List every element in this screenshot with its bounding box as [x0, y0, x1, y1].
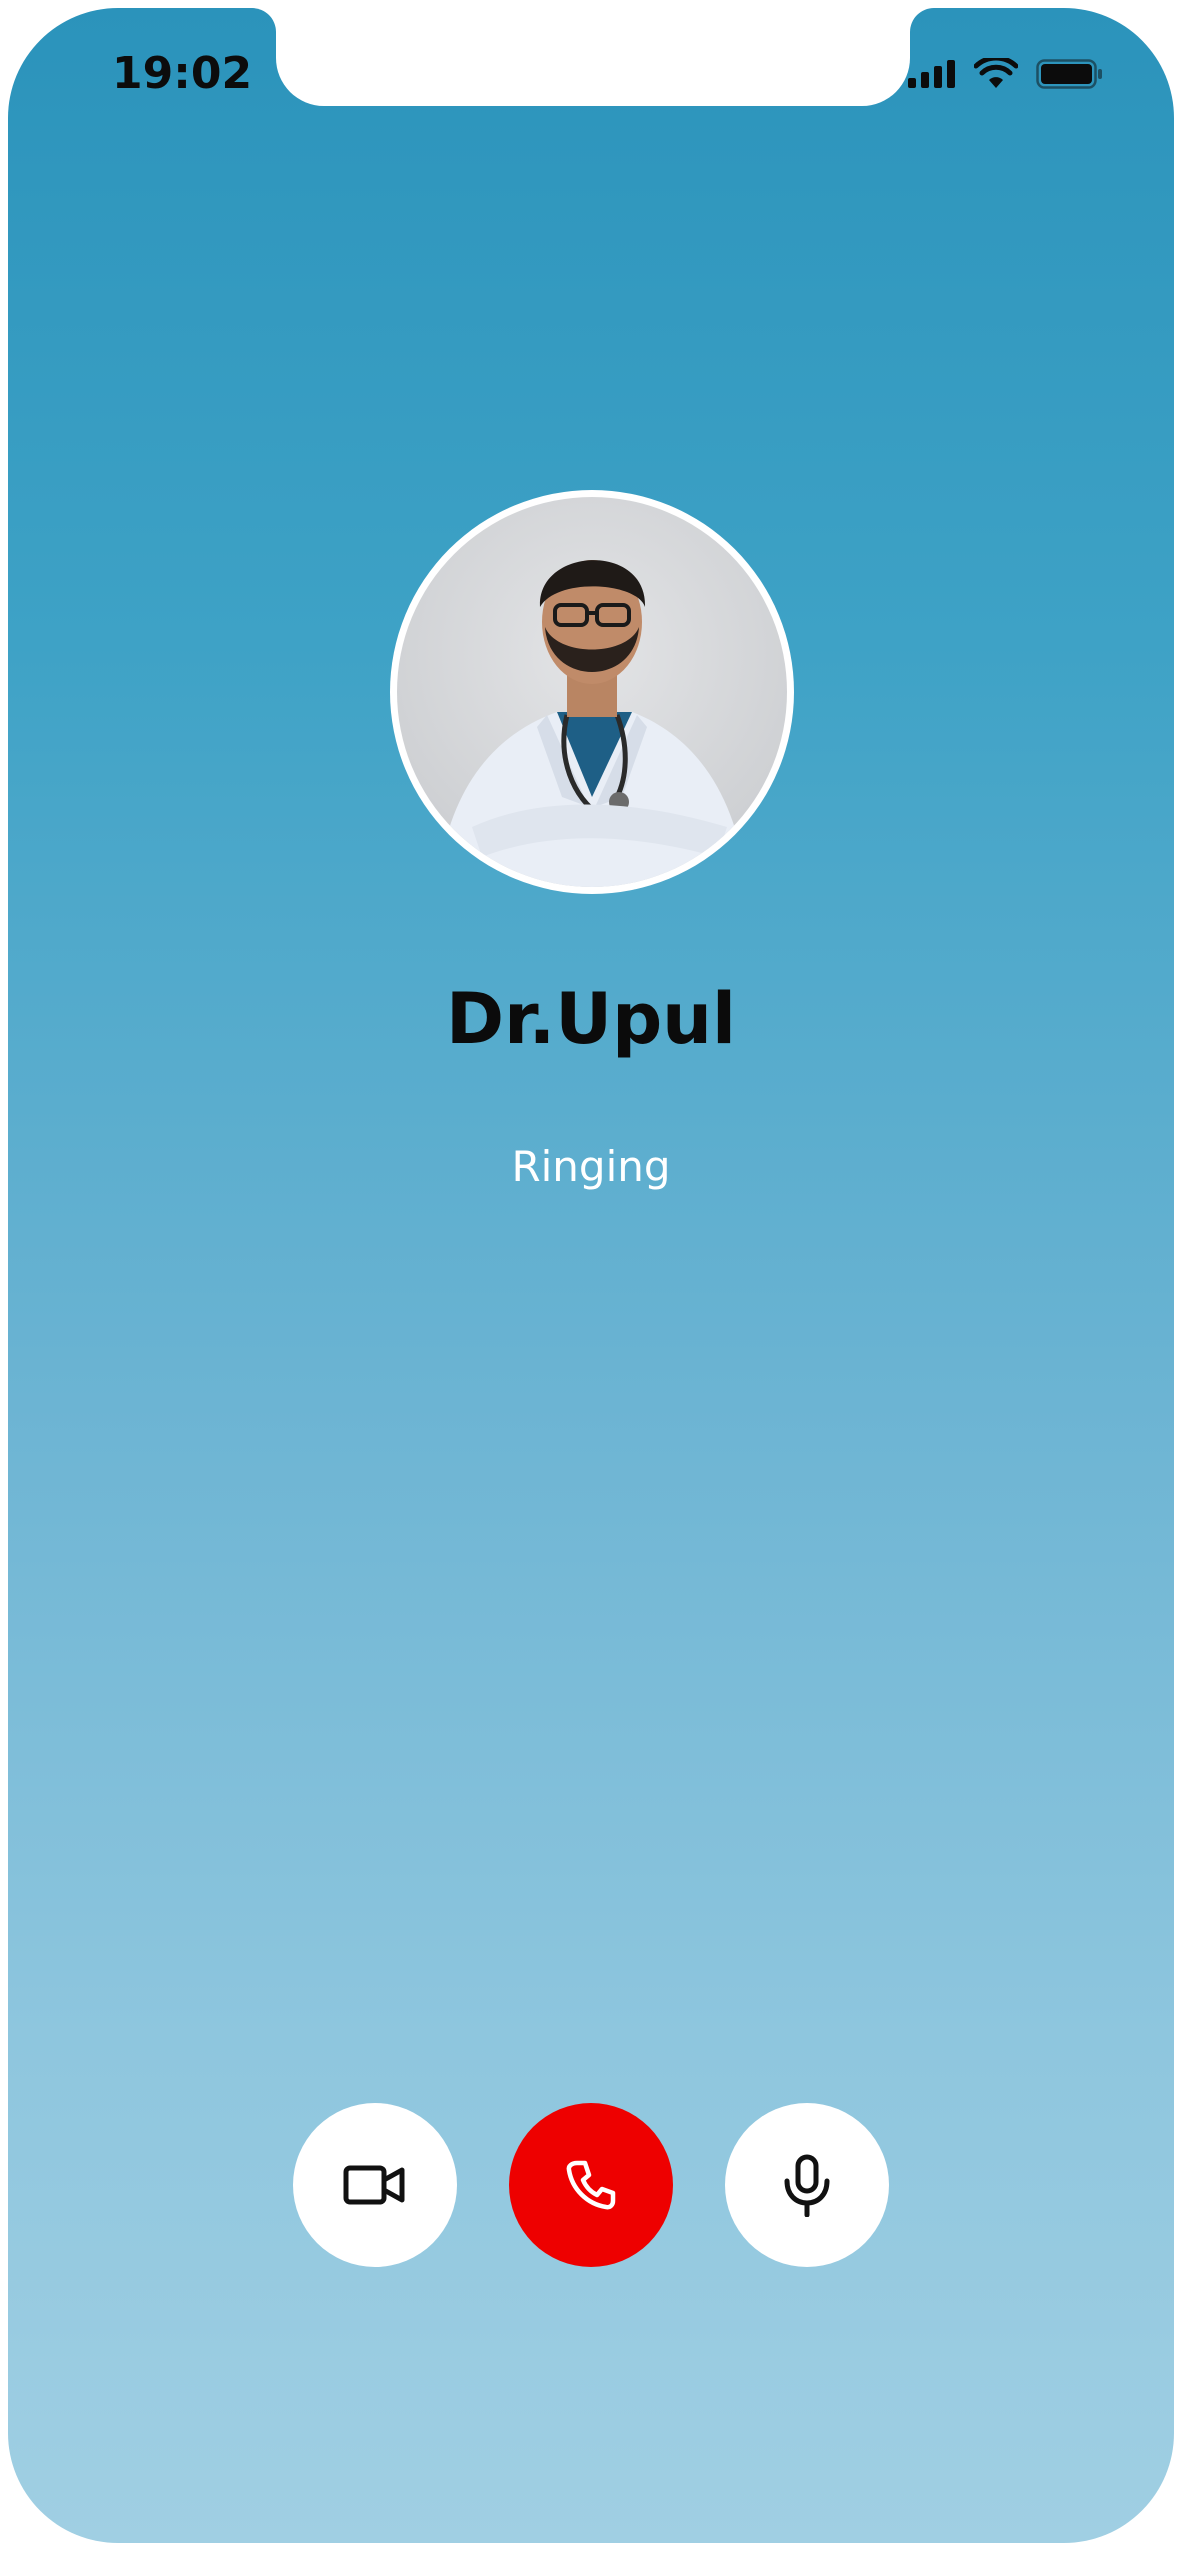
doctor-photo: [437, 560, 747, 887]
battery-icon: [1036, 59, 1102, 89]
doctor-avatar: [397, 497, 787, 887]
wifi-icon: [974, 58, 1018, 88]
avatar: [390, 490, 794, 894]
microphone-icon: [784, 2154, 830, 2217]
end-call-button[interactable]: [509, 2103, 673, 2267]
video-button[interactable]: [293, 2103, 457, 2267]
call-screen: 19:02 Dr.Upul Ringing: [8, 8, 1174, 2543]
status-time: 19:02: [112, 48, 253, 99]
signal-icon: [908, 60, 955, 88]
notch: [276, 8, 910, 106]
video-camera-icon: [343, 2165, 405, 2205]
status-icons: [908, 58, 1104, 90]
caller-name: Dr.Upul: [445, 978, 736, 1060]
phone-icon: [566, 2160, 616, 2210]
call-status: Ringing: [511, 1142, 671, 1191]
call-controls: [8, 2103, 1174, 2267]
mute-button[interactable]: [725, 2103, 889, 2267]
